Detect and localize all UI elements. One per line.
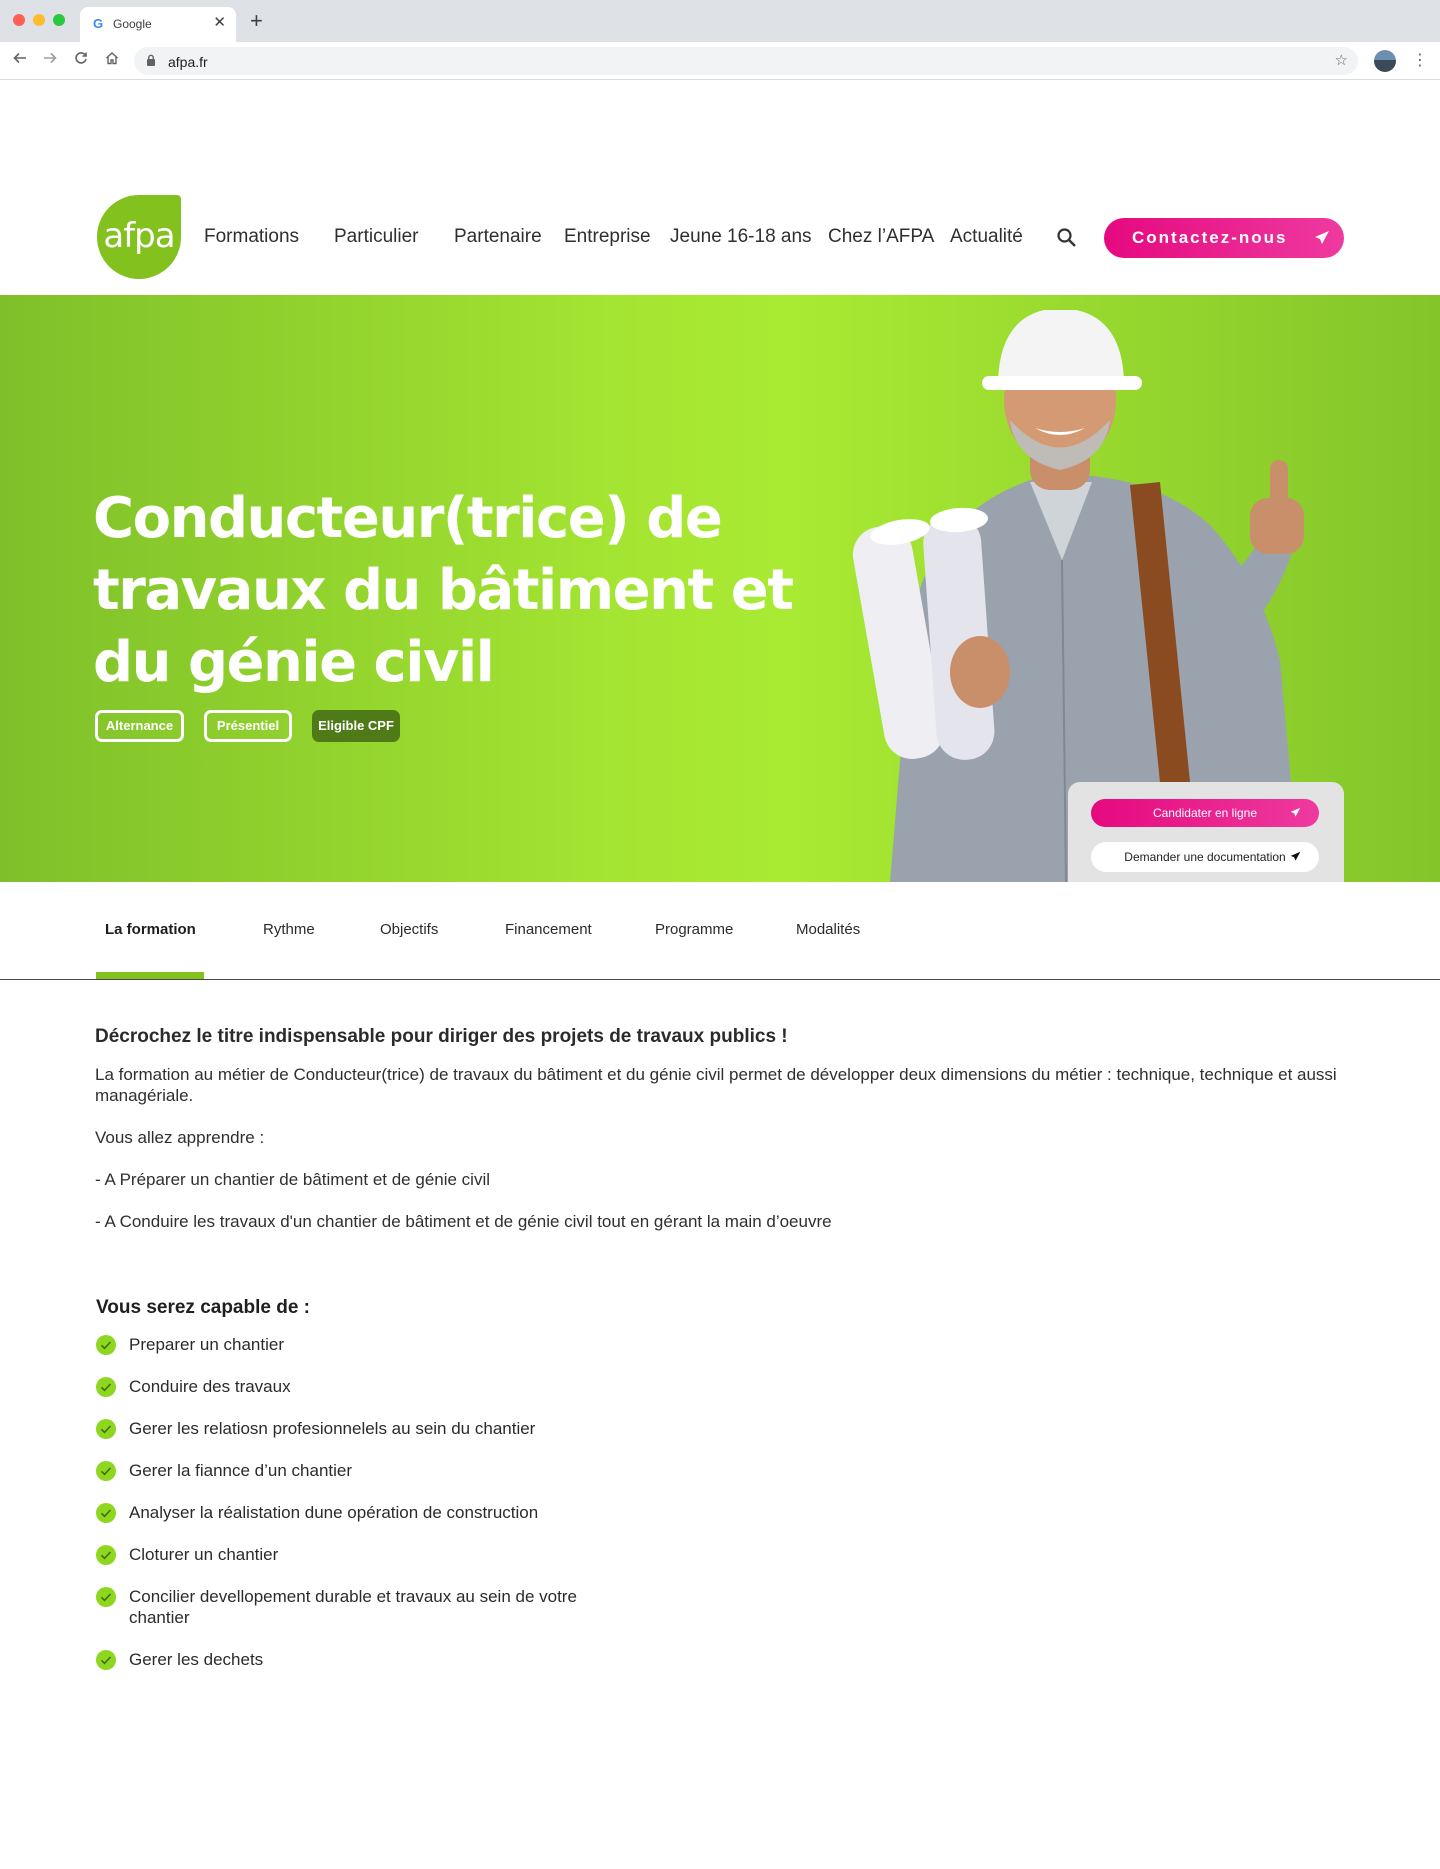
nav-entreprise[interactable]: Entreprise — [564, 226, 651, 248]
capability-label: Concilier devellopement durable et trava… — [129, 1587, 577, 1627]
check-icon — [96, 1335, 116, 1355]
lock-icon — [147, 54, 155, 66]
reload-icon[interactable] — [71, 51, 91, 71]
close-window-button[interactable] — [13, 14, 25, 26]
new-tab-button[interactable]: + — [250, 10, 263, 32]
check-icon — [96, 1650, 116, 1670]
forward-arrow-icon[interactable] — [40, 51, 60, 71]
check-icon — [96, 1503, 116, 1523]
badge-presentiel: Présentiel — [204, 710, 292, 742]
hero-banner: Conducteur(trice) de travaux du bâtiment… — [0, 295, 1440, 882]
contact-button-label: Contactez-nous — [1132, 228, 1288, 247]
title-line: Conducteur(trice) de — [93, 486, 723, 551]
badge-eligible-cpf: Eligible CPF — [312, 710, 400, 742]
url-text: afpa.fr — [168, 54, 208, 70]
request-documentation-label: Demander une documentation — [1124, 850, 1286, 864]
send-plane-icon — [1290, 807, 1301, 817]
nav-jeune[interactable]: Jeune 16-18 ans — [670, 226, 812, 248]
browser-tab-bar: G Google ✕ + — [0, 0, 1440, 42]
maximize-window-button[interactable] — [53, 14, 65, 26]
nav-actualite[interactable]: Actualité — [950, 226, 1023, 248]
close-tab-icon[interactable]: ✕ — [213, 15, 226, 31]
check-icon — [96, 1461, 116, 1481]
capability-label: Conduire des travaux — [129, 1377, 291, 1396]
tab-financement[interactable]: Financement — [505, 921, 592, 938]
apply-online-button[interactable]: Candidater en ligne — [1091, 799, 1319, 827]
google-favicon-icon: G — [92, 16, 104, 31]
nav-particulier[interactable]: Particulier — [334, 226, 418, 248]
learn-item: - A Conduire les travaux d'un chantier d… — [95, 1212, 832, 1231]
intro-paragraph: La formation au métier de Conducteur(tri… — [95, 1065, 1337, 1105]
contact-button[interactable]: Contactez-nous — [1104, 218, 1344, 258]
browser-tab[interactable]: G Google ✕ — [80, 7, 236, 42]
apply-online-label: Candidater en ligne — [1152, 806, 1258, 820]
back-arrow-icon[interactable] — [10, 51, 30, 71]
learn-item: - A Préparer un chantier de bâtiment et … — [95, 1170, 491, 1189]
profile-avatar[interactable] — [1374, 50, 1396, 72]
nav-formations[interactable]: Formations — [204, 226, 299, 248]
capability-label: Gerer les relatiosn profesionnelels au s… — [129, 1419, 536, 1438]
check-icon — [96, 1545, 116, 1565]
check-icon — [96, 1587, 116, 1607]
address-bar[interactable]: afpa.fr ☆ — [134, 47, 1358, 75]
browser-tab-title: Google — [113, 17, 152, 31]
star-icon[interactable]: ☆ — [1335, 51, 1348, 69]
active-tab-indicator — [96, 972, 204, 979]
minimize-window-button[interactable] — [33, 14, 45, 26]
learn-intro: Vous allez apprendre : — [95, 1128, 265, 1147]
afpa-logo[interactable]: afpa — [97, 195, 181, 279]
tab-rythme[interactable]: Rythme — [263, 921, 315, 938]
nav-chez-afpa[interactable]: Chez l’AFPA — [828, 226, 934, 248]
cta-card: Candidater en ligne Demander une documen… — [1068, 782, 1344, 882]
nav-partenaire[interactable]: Partenaire — [454, 226, 542, 248]
page-title: Conducteur(trice) de travaux du bâtiment… — [93, 483, 813, 699]
capability-label: Analyser la réalistation dune opération … — [129, 1503, 539, 1522]
send-plane-icon — [1290, 851, 1301, 861]
tab-programme[interactable]: Programme — [655, 921, 733, 938]
capability-label: Cloturer un chantier — [129, 1545, 279, 1564]
intro-heading: Décrochez le titre indispensable pour di… — [95, 1026, 788, 1047]
tab-objectifs[interactable]: Objectifs — [380, 921, 438, 938]
capable-heading: Vous serez capable de : — [96, 1297, 311, 1318]
check-icon — [96, 1419, 116, 1439]
request-documentation-button[interactable]: Demander une documentation — [1091, 842, 1319, 872]
title-line: travaux du bâtiment et — [93, 558, 794, 623]
kebab-menu-icon[interactable]: ⋮ — [1412, 51, 1428, 71]
capability-label: Gerer les dechets — [129, 1650, 264, 1669]
tab-modalites[interactable]: Modalités — [796, 921, 860, 938]
search-icon[interactable] — [1055, 226, 1079, 250]
browser-toolbar: afpa.fr ☆ ⋮ — [0, 42, 1440, 80]
check-icon — [96, 1377, 116, 1397]
send-plane-icon — [1315, 231, 1329, 244]
badge-alternance: Alternance — [95, 710, 184, 742]
tab-la-formation[interactable]: La formation — [105, 921, 196, 938]
capability-label: Preparer un chantier — [129, 1335, 284, 1354]
title-line: du génie civil — [93, 630, 495, 695]
capability-label: Gerer la fiannce d’un chantier — [129, 1461, 353, 1480]
tabs-divider — [0, 979, 1440, 980]
home-icon[interactable] — [102, 51, 122, 71]
